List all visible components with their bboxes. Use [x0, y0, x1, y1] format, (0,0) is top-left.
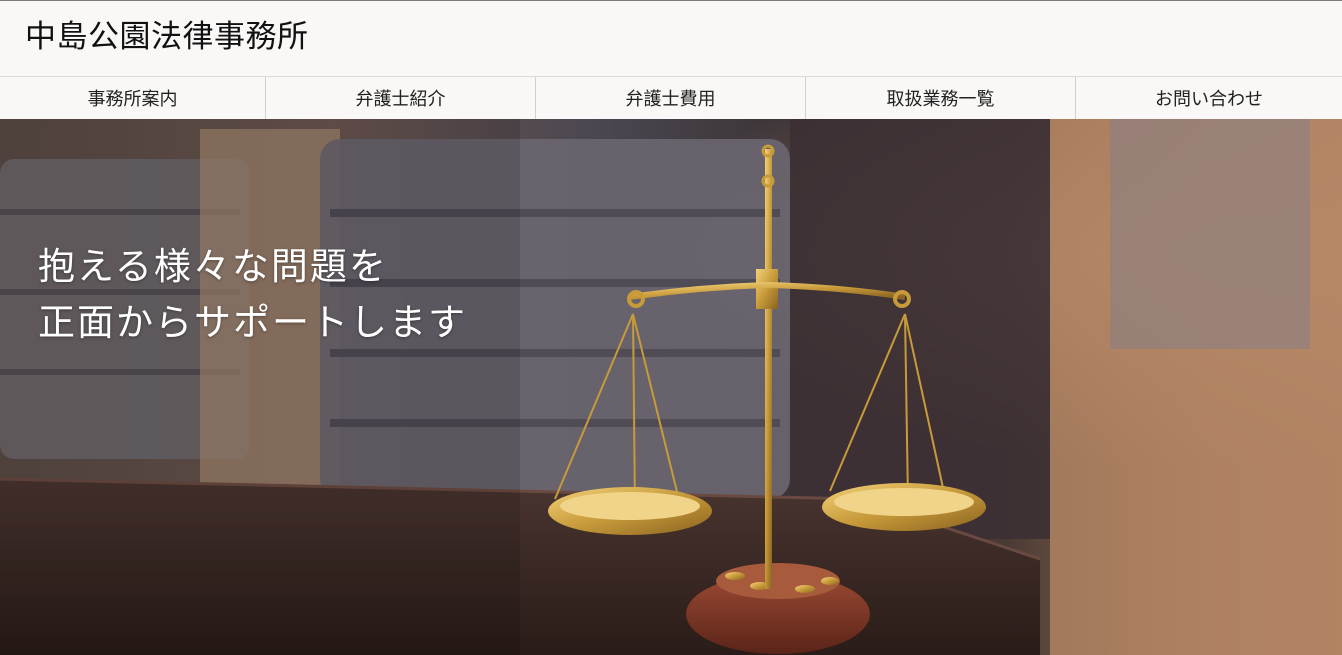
nav-item-lawyers[interactable]: 弁護士紹介	[266, 77, 536, 119]
hero-banner: 抱える様々な問題を 正面からサポートします	[0, 119, 1342, 655]
site-header: 中島公園法律事務所	[0, 0, 1342, 76]
nav-item-contact[interactable]: お問い合わせ	[1076, 77, 1342, 119]
main-nav: 事務所案内 弁護士紹介 弁護士費用 取扱業務一覧 お問い合わせ	[0, 76, 1342, 119]
nav-item-fees[interactable]: 弁護士費用	[536, 77, 806, 119]
hero-image-scales-of-justice	[0, 119, 1342, 655]
hero-tagline-line2: 正面からサポートします	[38, 301, 467, 344]
nav-item-office-info[interactable]: 事務所案内	[0, 77, 266, 119]
nav-item-practice-areas[interactable]: 取扱業務一覧	[806, 77, 1076, 119]
hero-tagline-line1: 抱える様々な問題を	[38, 245, 388, 288]
hero-tagline: 抱える様々な問題を 正面からサポートします	[38, 239, 467, 351]
site-title[interactable]: 中島公園法律事務所	[25, 17, 309, 57]
